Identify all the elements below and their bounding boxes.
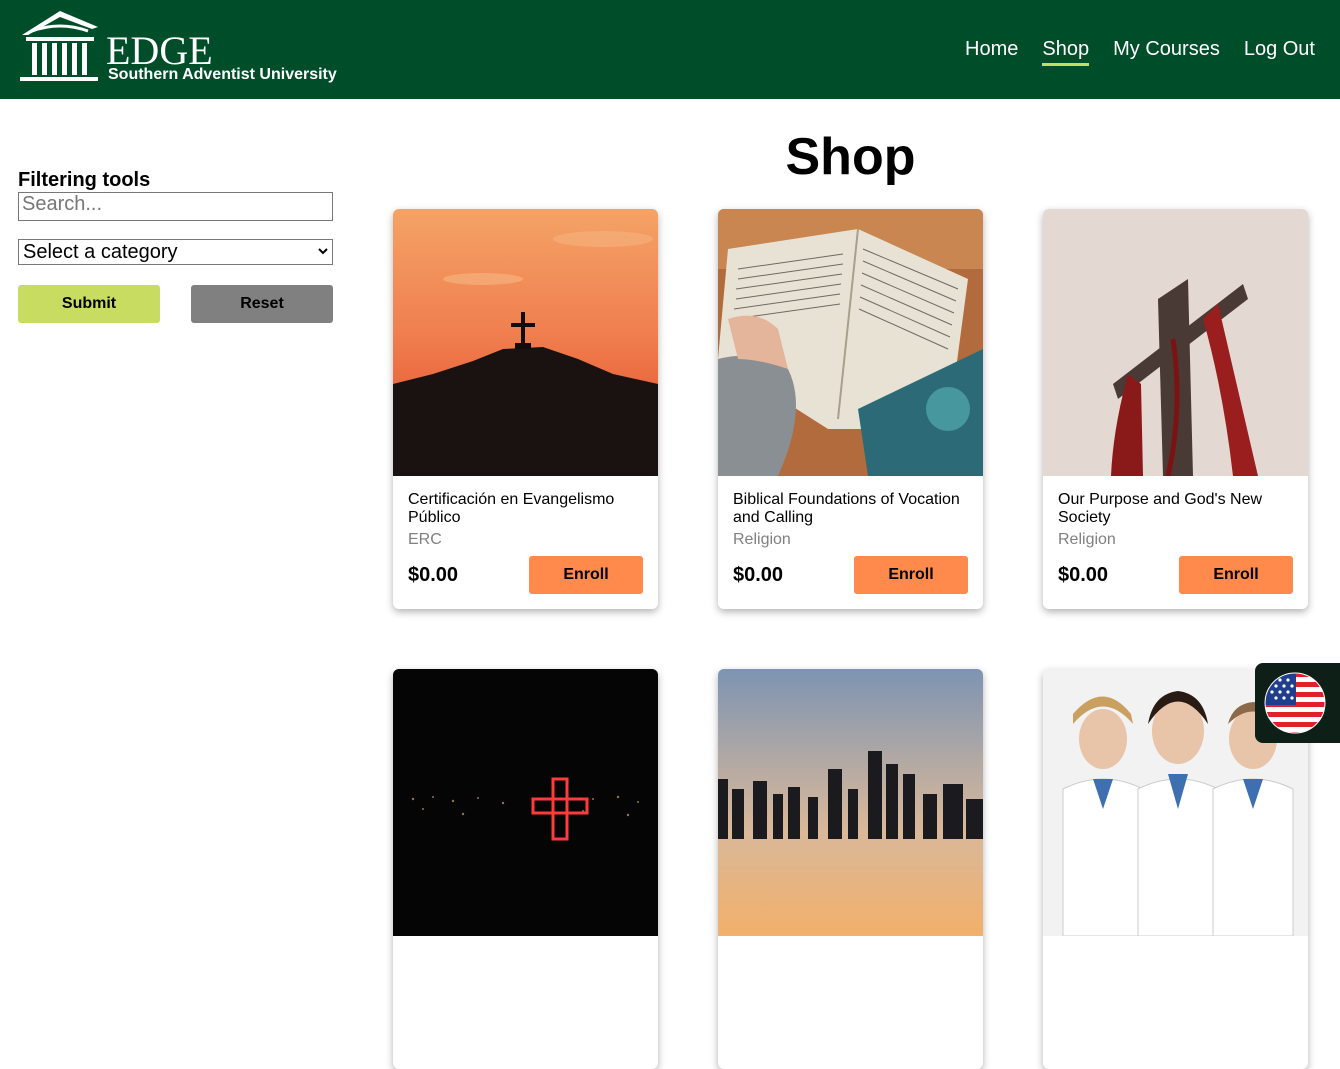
enroll-button[interactable]: Enroll [529,556,643,594]
course-image [718,669,983,936]
edge-logo[interactable]: EDGE Southern Adventist University [18,9,337,87]
course-image [1043,209,1308,476]
nav-shop[interactable]: Shop [1042,36,1089,66]
submit-button[interactable]: Submit [18,285,160,323]
course-name: Our Purpose and God's New Society [1058,491,1263,526]
nav-my-courses[interactable]: My Courses [1113,36,1220,62]
search-placeholder: Search... [22,193,103,215]
course-name: Biblical Foundations of Vocation and Cal… [733,491,960,526]
course-card[interactable]: Certificación en Evangelismo Público ERC… [393,209,658,609]
course-name: Certificación en Evangelismo Público [408,491,615,526]
course-card[interactable]: Our Purpose and God's New Society Religi… [1043,209,1308,609]
course-image [718,209,983,476]
filter-buttons: Submit Reset [18,285,333,323]
course-category: Religion [733,531,791,548]
nav-home[interactable]: Home [965,36,1018,62]
course-image [393,209,658,476]
logo-subtitle: Southern Adventist University [108,66,337,83]
us-flag-icon [1264,672,1326,734]
category-select-value: Select a category [23,241,178,263]
search-input[interactable]: Search... [18,192,333,221]
chevron-down-icon [318,248,328,255]
category-select[interactable]: Select a category [18,239,333,265]
nav-log-out[interactable]: Log Out [1244,36,1315,62]
main-nav: Home Shop My Courses Log Out [965,36,1315,66]
course-price: $0.00 [1058,564,1109,586]
course-card[interactable] [718,669,983,1069]
page-title: Shop [785,128,916,186]
reset-button[interactable]: Reset [191,285,333,323]
filter-title: Filtering tools [18,169,151,191]
course-card[interactable] [393,669,658,1069]
enroll-button[interactable]: Enroll [1179,556,1293,594]
building-icon [20,11,98,81]
course-card[interactable]: Biblical Foundations of Vocation and Cal… [718,209,983,609]
course-category: Religion [1058,531,1116,548]
course-category: ERC [408,531,442,548]
course-price: $0.00 [733,564,784,586]
filter-sidebar: Filtering tools Search... Select a categ… [18,168,333,323]
course-price: $0.00 [408,564,459,586]
logo-title: EDGE [106,28,213,73]
enroll-button[interactable]: Enroll [854,556,968,594]
site-header: EDGE Southern Adventist University Home … [0,0,1340,99]
language-selector[interactable] [1255,663,1340,743]
course-image [393,669,658,936]
